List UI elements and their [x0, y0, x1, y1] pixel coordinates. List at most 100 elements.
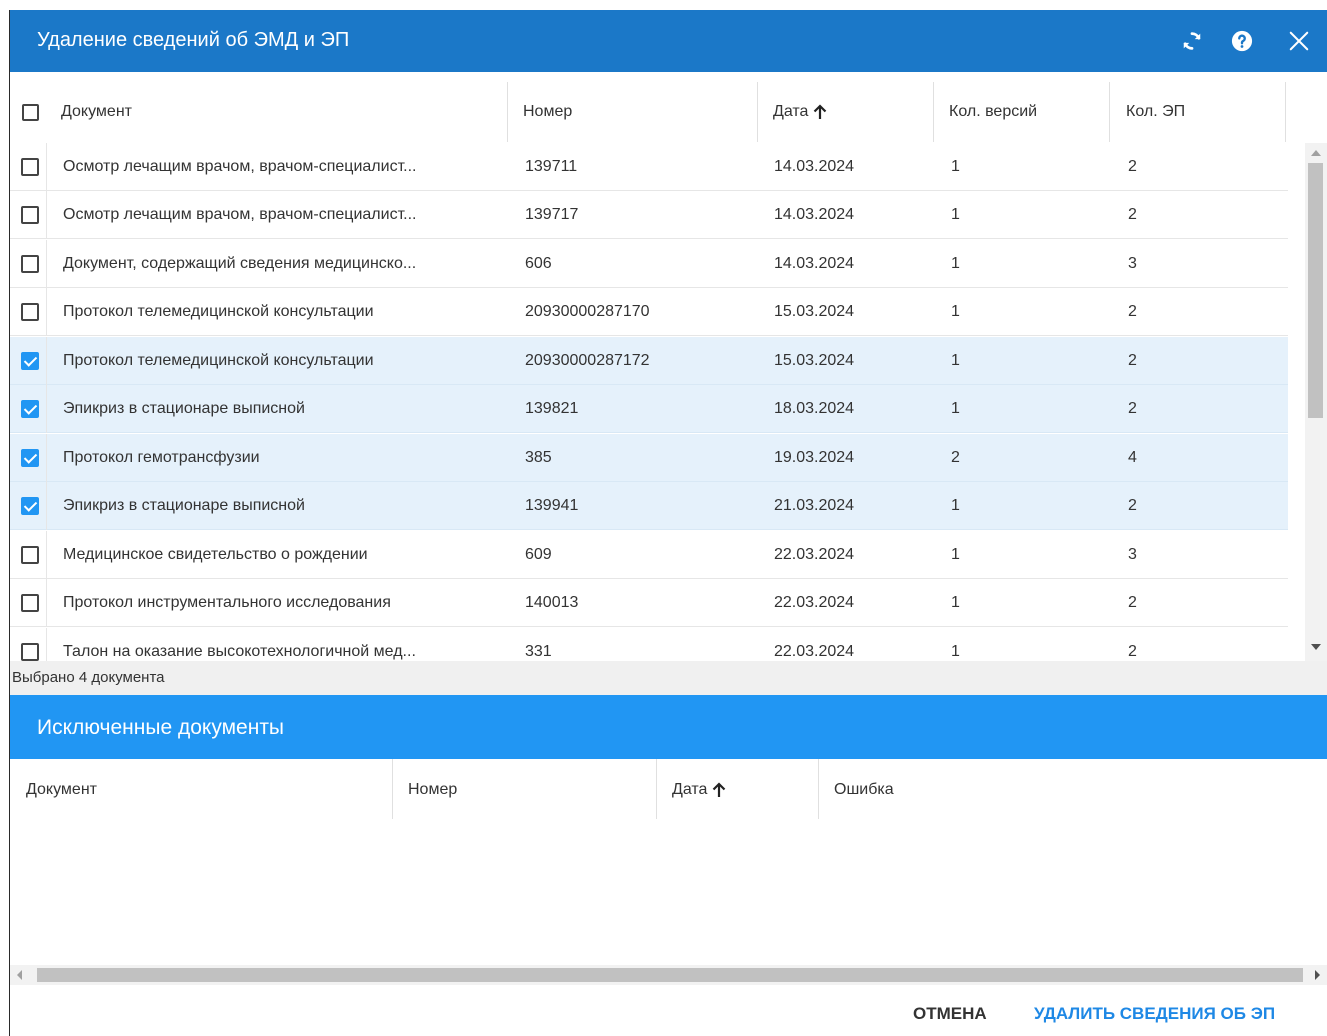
- cell-document: Документ, содержащий сведения медицинско…: [63, 255, 417, 272]
- row-checkbox-cell[interactable]: [10, 482, 47, 530]
- cell-document: Протокол телемедицинской консультации: [63, 303, 374, 320]
- table-row[interactable]: Талон на оказание высокотехнологичной ме…: [10, 628, 1288, 661]
- column-header-versions-label: Кол. версий: [949, 103, 1038, 120]
- row-checkbox-cell[interactable]: [10, 288, 47, 336]
- cell-signatures: 2: [1128, 303, 1137, 320]
- excluded-section-title: Исключенные документы: [37, 716, 285, 739]
- cell-date: 14.03.2024: [774, 158, 855, 175]
- row-checkbox-cell[interactable]: [10, 240, 47, 288]
- documents-grid-header: Документ Номер Дата Кол. версий Кол. ЭП: [10, 82, 1290, 142]
- table-row[interactable]: Протокол телемедицинской консультации 20…: [10, 288, 1288, 336]
- cell-number: 331: [525, 643, 552, 660]
- cell-number: 20930000287170: [525, 303, 650, 320]
- column-header-signatures[interactable]: Кол. ЭП: [1126, 82, 1185, 142]
- row-checkbox-cell[interactable]: [10, 628, 47, 661]
- row-checkbox[interactable]: [21, 449, 39, 467]
- column-header-date[interactable]: Дата: [773, 82, 827, 142]
- row-checkbox[interactable]: [21, 352, 39, 370]
- row-checkbox[interactable]: [21, 303, 39, 321]
- cell-date: 14.03.2024: [774, 255, 855, 272]
- column-header-versions[interactable]: Кол. версий: [949, 82, 1037, 142]
- scrollbar-thumb[interactable]: [1308, 163, 1323, 418]
- cell-date: 15.03.2024: [774, 352, 855, 369]
- table-row[interactable]: Эпикриз в стационаре выписной 139941 21.…: [10, 482, 1288, 530]
- row-checkbox-cell[interactable]: [10, 385, 47, 433]
- cell-signatures: 2: [1128, 497, 1137, 514]
- column-header-document[interactable]: Документ: [61, 82, 132, 142]
- column-divider[interactable]: [1285, 82, 1286, 142]
- cell-document: Медицинское свидетельство о рождении: [63, 546, 368, 563]
- row-checkbox[interactable]: [21, 594, 39, 612]
- cancel-button[interactable]: ОТМЕНА: [913, 1004, 987, 1024]
- column-divider[interactable]: [757, 82, 758, 142]
- scroll-up-arrow-icon[interactable]: [1311, 150, 1321, 156]
- cell-versions: 1: [951, 546, 960, 563]
- excluded-column-header-date-label: Дата: [672, 780, 708, 798]
- cell-versions: 1: [951, 303, 960, 320]
- row-checkbox[interactable]: [21, 158, 39, 176]
- refresh-icon[interactable]: [1179, 28, 1205, 54]
- table-row[interactable]: Медицинское свидетельство о рождении 609…: [10, 531, 1288, 579]
- row-checkbox-cell[interactable]: [10, 337, 47, 385]
- scroll-left-arrow-icon[interactable]: [17, 970, 22, 980]
- scroll-right-arrow-icon[interactable]: [1315, 970, 1320, 980]
- column-divider[interactable]: [392, 759, 393, 819]
- row-checkbox-cell[interactable]: [10, 143, 47, 191]
- row-checkbox[interactable]: [21, 400, 39, 418]
- column-header-signatures-label: Кол. ЭП: [1126, 103, 1186, 120]
- table-row[interactable]: Протокол инструментального исследования …: [10, 579, 1288, 627]
- column-divider[interactable]: [507, 82, 508, 142]
- cell-document: Протокол гемотрансфузии: [63, 449, 260, 466]
- row-checkbox-cell[interactable]: [10, 531, 47, 579]
- cell-versions: 1: [951, 643, 960, 660]
- cell-number: 139941: [525, 497, 579, 514]
- row-checkbox-cell[interactable]: [10, 434, 47, 482]
- excluded-column-header-error[interactable]: Ошибка: [834, 759, 894, 820]
- horizontal-scrollbar[interactable]: [10, 965, 1327, 985]
- row-checkbox[interactable]: [21, 497, 39, 515]
- cell-document: Осмотр лечащим врачом, врачом-специалист…: [63, 158, 417, 175]
- scrollbar-thumb[interactable]: [37, 968, 1303, 982]
- column-divider[interactable]: [656, 759, 657, 819]
- column-divider[interactable]: [933, 82, 934, 142]
- table-row[interactable]: Протокол гемотрансфузии 385 19.03.2024 2…: [10, 434, 1288, 482]
- table-row[interactable]: Документ, содержащий сведения медицинско…: [10, 240, 1288, 288]
- close-icon[interactable]: [1286, 28, 1312, 54]
- row-checkbox-cell[interactable]: [10, 191, 47, 239]
- excluded-column-header-error-label: Ошибка: [834, 780, 894, 798]
- row-checkbox[interactable]: [21, 206, 39, 224]
- delete-signatures-button[interactable]: УДАЛИТЬ СВЕДЕНИЯ ОБ ЭП: [1034, 1004, 1275, 1024]
- excluded-column-header-number-label: Номер: [408, 780, 458, 798]
- excluded-column-header-document[interactable]: Документ: [26, 759, 97, 820]
- selected-count: Выбрано 4 документа: [10, 661, 1327, 695]
- row-checkbox[interactable]: [21, 643, 39, 661]
- vertical-scrollbar[interactable]: [1305, 143, 1327, 661]
- arrow-up-icon: [713, 781, 726, 797]
- cell-date: 22.03.2024: [774, 643, 855, 660]
- excluded-column-header-number[interactable]: Номер: [408, 759, 457, 820]
- column-header-number[interactable]: Номер: [523, 82, 572, 142]
- cell-number: 139821: [525, 400, 579, 417]
- column-divider[interactable]: [1109, 82, 1110, 142]
- cell-number: 140013: [525, 594, 579, 611]
- table-row[interactable]: Протокол телемедицинской консультации 20…: [10, 337, 1288, 385]
- excluded-column-header-date[interactable]: Дата: [672, 759, 726, 820]
- help-icon[interactable]: [1229, 28, 1255, 54]
- table-row[interactable]: Эпикриз в стационаре выписной 139821 18.…: [10, 385, 1288, 433]
- select-all-checkbox[interactable]: [22, 82, 46, 142]
- table-row[interactable]: Осмотр лечащим врачом, врачом-специалист…: [10, 143, 1288, 191]
- cell-number: 139711: [525, 158, 578, 175]
- select-all-checkbox-box[interactable]: [22, 103, 39, 121]
- cell-versions: 1: [951, 352, 960, 369]
- column-header-date-label: Дата: [773, 103, 809, 120]
- row-checkbox[interactable]: [21, 546, 39, 564]
- cell-signatures: 3: [1128, 546, 1137, 563]
- row-checkbox-cell[interactable]: [10, 579, 47, 627]
- column-divider[interactable]: [818, 759, 819, 819]
- cell-number: 20930000287172: [525, 352, 650, 369]
- scroll-down-arrow-icon[interactable]: [1311, 644, 1321, 650]
- excluded-grid-header: Документ Номер Дата Ошибка: [10, 759, 1327, 820]
- row-checkbox[interactable]: [21, 255, 39, 273]
- table-row[interactable]: Осмотр лечащим врачом, врачом-специалист…: [10, 191, 1288, 239]
- dialog-titlebar: Удаление сведений об ЭМД и ЭП: [10, 10, 1327, 72]
